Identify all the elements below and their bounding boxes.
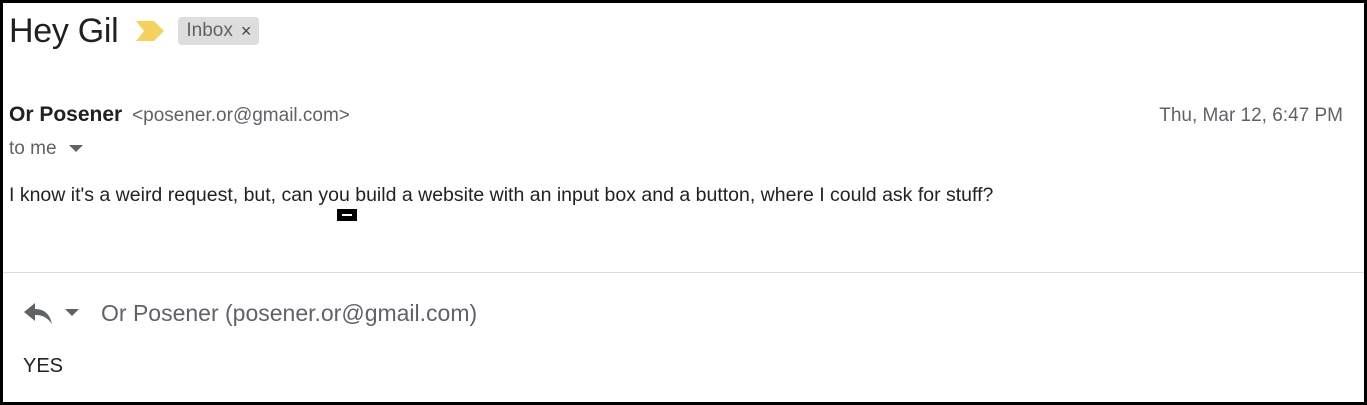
importance-marker-icon[interactable] xyxy=(136,21,165,41)
reply-type-chevron-icon[interactable] xyxy=(65,309,79,317)
divider xyxy=(3,272,1364,273)
reply-recipient[interactable]: Or Posener (posener.or@gmail.com) xyxy=(101,300,477,327)
to-me-label: to me xyxy=(9,138,57,159)
label-text: Inbox xyxy=(186,20,233,41)
email-view: Hey Gil Inbox × Or Posener <posener.or@g… xyxy=(0,0,1367,405)
sender-email: <posener.or@gmail.com> xyxy=(132,105,350,126)
email-subject: Hey Gil xyxy=(9,11,119,50)
sender-name[interactable]: Or Posener xyxy=(9,103,122,126)
reply-header: Or Posener (posener.or@gmail.com) xyxy=(23,297,477,329)
reply-arrow-icon[interactable] xyxy=(23,300,53,326)
sender-row: Or Posener <posener.or@gmail.com> xyxy=(9,103,350,127)
remove-label-icon[interactable]: × xyxy=(241,21,252,42)
text-cursor-icon xyxy=(337,209,357,221)
chevron-down-icon[interactable] xyxy=(68,145,83,153)
email-body: I know it's a weird request, but, can yo… xyxy=(9,184,994,206)
email-date: Thu, Mar 12, 6:47 PM xyxy=(1159,105,1343,126)
reply-body[interactable]: YES xyxy=(23,355,63,378)
recipients-row: to me xyxy=(9,138,83,160)
subject-row: Hey Gil Inbox × xyxy=(9,11,260,51)
inbox-label-chip: Inbox × xyxy=(178,17,260,45)
